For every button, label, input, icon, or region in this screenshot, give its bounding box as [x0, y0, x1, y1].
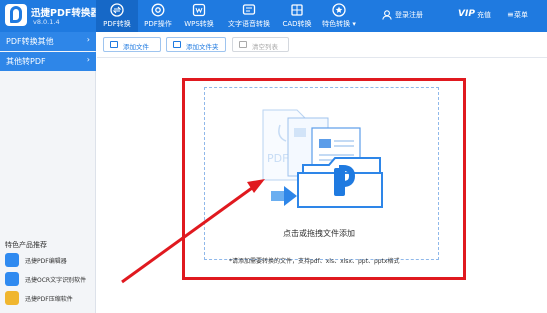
add-folder-button[interactable]: 添加文件夹 — [166, 37, 226, 52]
product-label: 迅捷PDF编辑器 — [25, 258, 67, 265]
folder-icon — [173, 41, 181, 48]
tab-label: WPS转换 — [184, 20, 214, 28]
menu-icon[interactable]: ≡ — [507, 10, 514, 19]
file-toolbar: 添加文件 添加文件夹 清空列表 — [97, 32, 547, 58]
cad-icon — [291, 4, 303, 16]
product-ocr[interactable]: 迅捷OCR文字识别软件 — [5, 270, 93, 288]
trash-icon — [239, 41, 247, 48]
tab-label: 特色转换 ▾ — [322, 20, 356, 28]
recharge-link[interactable]: 充值 — [477, 10, 491, 20]
menu-link[interactable]: 菜单 — [514, 10, 528, 20]
tab-pdf-convert[interactable]: PDF转换 — [96, 0, 138, 32]
tab-special-convert[interactable]: 特色转换 ▾ — [318, 0, 360, 32]
sidebar-item-other-to-pdf[interactable]: 其他转PDF › — [0, 52, 96, 71]
wps-icon — [192, 3, 206, 17]
title-bar: 迅捷PDF转换器 v8.0.1.4 PDF转换 PDF操作 WPS转换 文字语音… — [0, 0, 547, 32]
tab-cad-convert[interactable]: CAD转换 — [280, 0, 314, 32]
products-heading: 特色产品推荐 — [5, 241, 47, 249]
app-title: 迅捷PDF转换器 — [31, 8, 100, 19]
chevron-right-icon: › — [86, 35, 90, 44]
clear-list-button[interactable]: 清空列表 — [232, 37, 289, 52]
tab-label: CAD转换 — [282, 20, 312, 28]
tab-text-speech[interactable]: 文字语音转换 — [224, 0, 274, 32]
add-file-button[interactable]: 添加文件 — [103, 37, 161, 52]
tab-label: PDF转换 — [103, 20, 131, 28]
add-folder-label: 添加文件夹 — [186, 43, 219, 51]
product-compress[interactable]: 迅捷PDF压缩软件 — [5, 289, 93, 307]
user-icon — [382, 10, 392, 20]
clear-list-label: 清空列表 — [252, 43, 278, 51]
product-label: 迅捷OCR文字识别软件 — [25, 277, 87, 284]
tab-label: PDF操作 — [144, 20, 172, 28]
chevron-right-icon: › — [86, 55, 90, 64]
sidebar-item-label: 其他转PDF — [6, 57, 46, 66]
add-file-label: 添加文件 — [123, 43, 149, 51]
star-icon — [332, 3, 346, 17]
convert-icon — [110, 3, 124, 17]
ocr-icon — [5, 272, 19, 286]
login-register-link[interactable]: 登录注册 — [395, 10, 423, 20]
sidebar-item-pdf-to-other[interactable]: PDF转换其他 › — [0, 32, 96, 51]
add-file-icon — [110, 41, 118, 48]
compress-icon — [5, 291, 19, 305]
tab-pdf-operate[interactable]: PDF操作 — [140, 0, 176, 32]
pdf-editor-icon — [5, 253, 19, 267]
app-logo — [5, 4, 27, 26]
gear-icon — [151, 3, 165, 17]
sidebar: PDF转换其他 › 其他转PDF › 特色产品推荐 迅捷PDF编辑器 迅捷OCR… — [0, 32, 96, 313]
tab-label: 文字语音转换 — [228, 20, 270, 28]
text-speech-icon — [242, 4, 256, 15]
menu-lines-icon — [470, 11, 476, 19]
app-version: v8.0.1.4 — [33, 18, 60, 26]
product-label: 迅捷PDF压缩软件 — [25, 296, 73, 303]
product-pdf-editor[interactable]: 迅捷PDF编辑器 — [5, 251, 93, 269]
sidebar-item-label: PDF转换其他 — [6, 37, 54, 46]
chevron-down-icon: ▾ — [350, 20, 356, 28]
annotation-highlight-box — [182, 78, 466, 280]
tab-wps-convert[interactable]: WPS转换 — [180, 0, 218, 32]
